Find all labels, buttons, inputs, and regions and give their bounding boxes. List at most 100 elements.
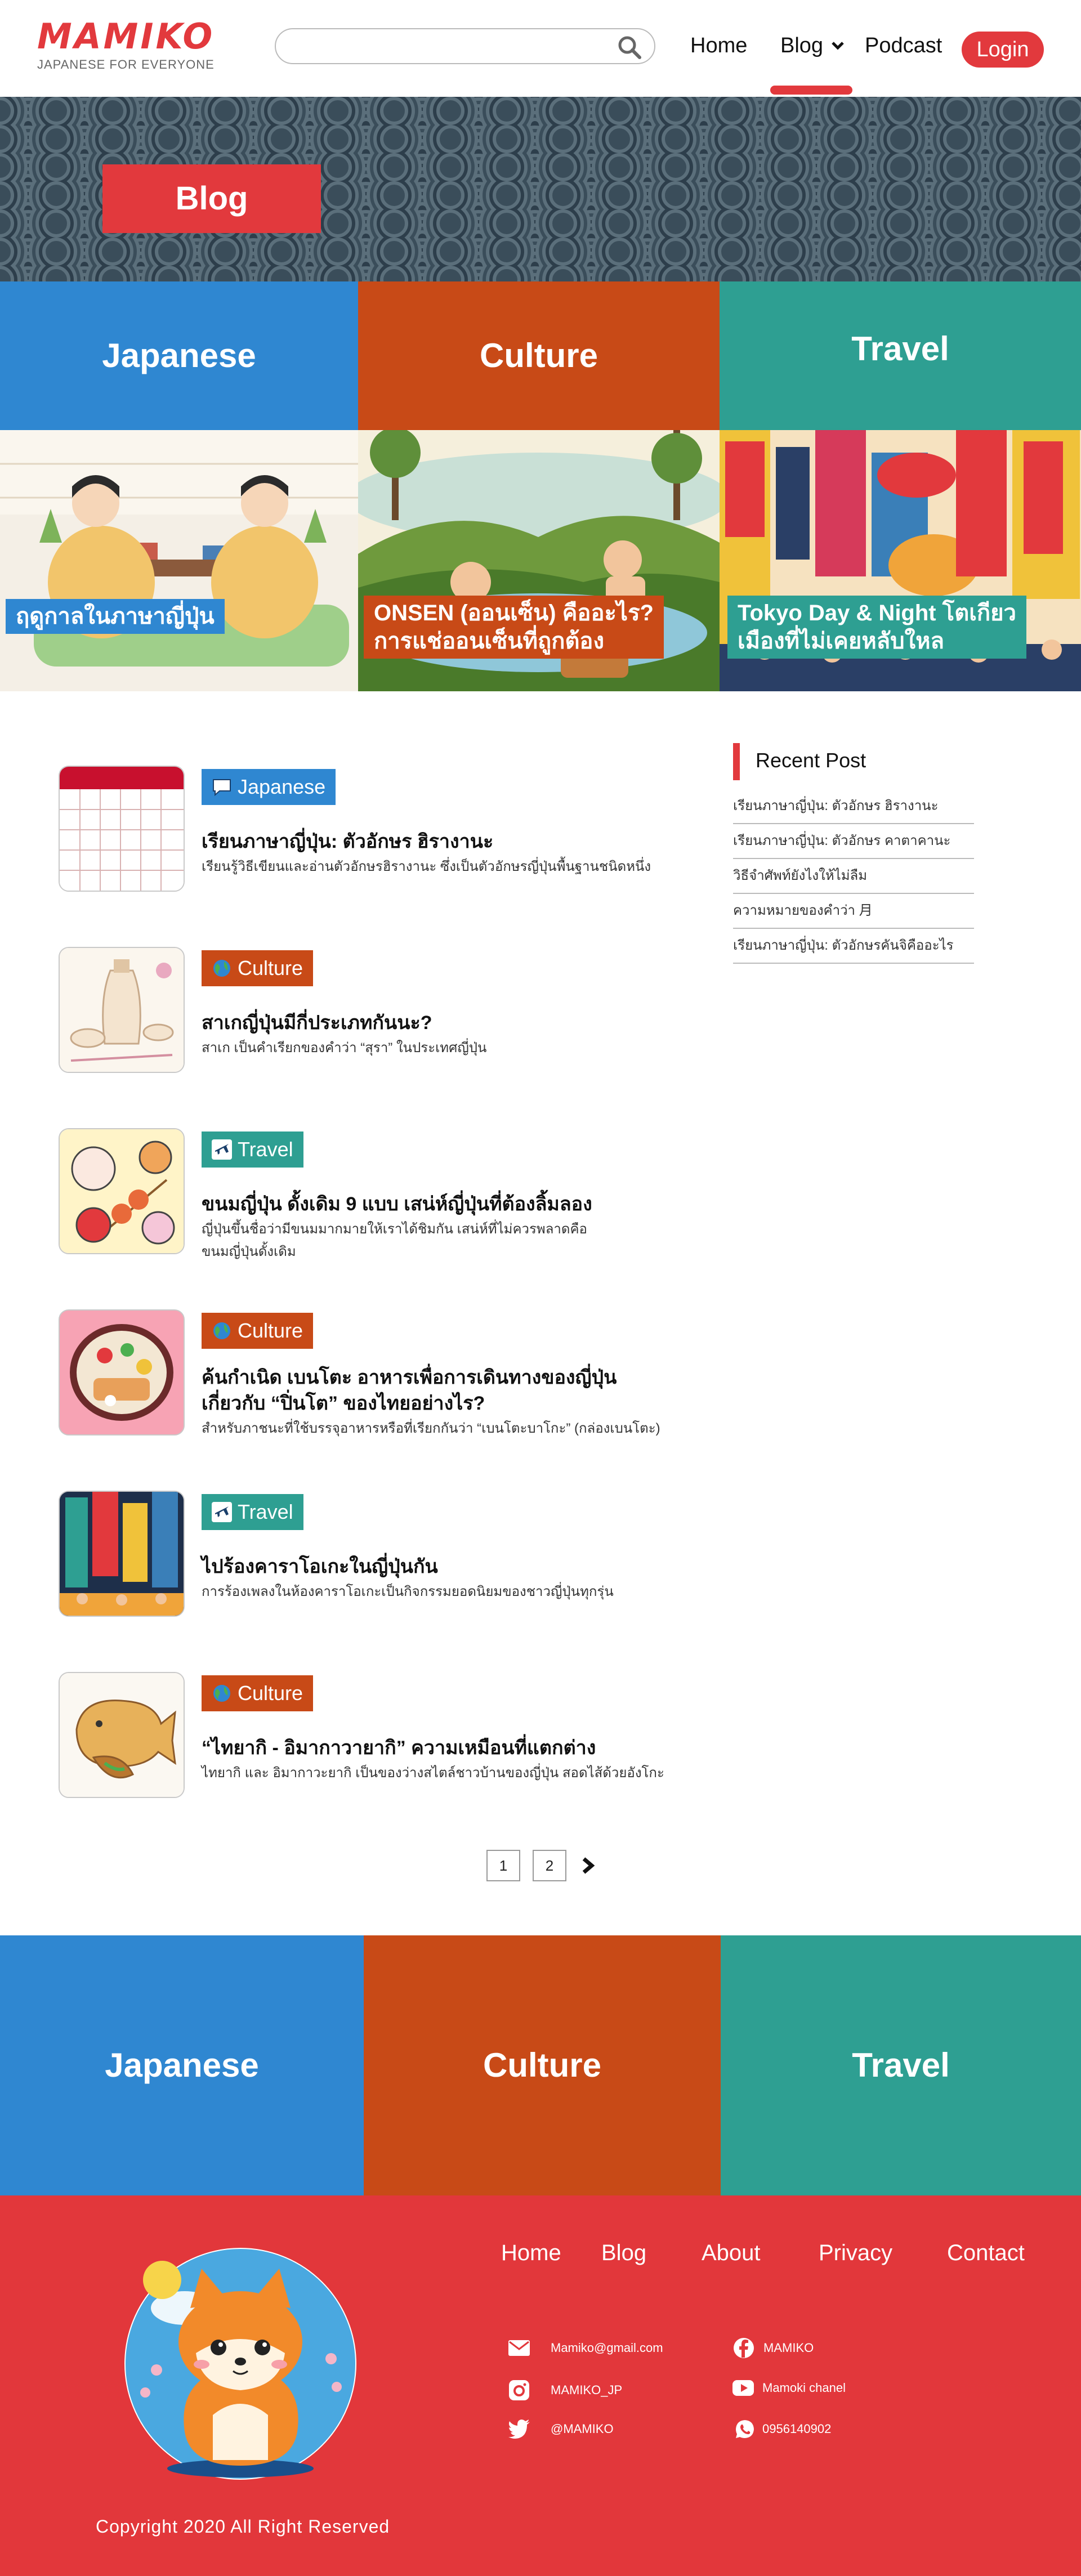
recent-post-item[interactable]: เรียนภาษาญี่ปุ่น: ตัวอักษร คาตาคานะ [733, 824, 974, 859]
post-thumbnail[interactable] [59, 1491, 185, 1617]
tag-culture[interactable]: Culture [202, 1313, 314, 1349]
post-thumbnail[interactable] [59, 1309, 185, 1435]
post-title[interactable]: ไปร้องคาราโอเกะในญี่ปุ่นกัน [202, 1554, 708, 1580]
page-2-button[interactable]: 2 [533, 1850, 566, 1881]
footer-nav-blog[interactable]: Blog [601, 2240, 646, 2266]
category-culture-bottom[interactable]: Culture [364, 1935, 721, 2195]
contact-email[interactable]: Mamiko@gmail.com [508, 2340, 663, 2356]
tag-label: Japanese [238, 775, 326, 798]
recent-post-item[interactable]: เรียนภาษาญี่ปุ่น: ตัวอักษร ฮิรางานะ [733, 789, 974, 824]
site-header: MAMIKO JAPANESE FOR EVERYONE Home Blog P… [0, 0, 1081, 97]
post-title[interactable]: สาเกญี่ปุ่นมีกี่ประเภทกันนะ? [202, 1010, 708, 1036]
tag-travel[interactable]: Travel [202, 1494, 303, 1530]
post-excerpt: ไทยากิ และ อิมากาวะยากิ เป็นของว่างสไตล์… [202, 1765, 664, 1781]
contact-youtube[interactable]: Mamoki chanel [732, 2379, 846, 2397]
post-title-line2: เกี่ยวกับ “ปิ่นโต” ของไทยอย่างไร? [202, 1393, 485, 1414]
category-travel-bottom[interactable]: Travel [721, 1935, 1081, 2195]
contact-whatsapp[interactable]: 0956140902 [735, 2420, 831, 2439]
search-icon[interactable] [617, 35, 642, 60]
wagashi-image [60, 1129, 184, 1253]
copyright-text: Copyright 2020 All Right Reserved [96, 2516, 390, 2537]
tag-culture[interactable]: Culture [202, 950, 314, 986]
recent-post-item[interactable]: ความหมายของคำว่า 月 [733, 894, 974, 929]
contact-twitter[interactable]: @MAMIKO [508, 2420, 614, 2439]
facebook-icon [734, 2338, 754, 2358]
post-thumbnail[interactable] [59, 1672, 185, 1798]
nav-home[interactable]: Home [690, 32, 747, 60]
contact-facebook[interactable]: MAMIKO [733, 2337, 814, 2359]
post-card[interactable]: Japanese เรียนภาษาญี่ปุ่น: ตัวอักษร ฮิรา… [59, 766, 689, 895]
tag-travel[interactable]: Travel [202, 1132, 303, 1168]
tag-label: Travel [238, 1500, 293, 1523]
sake-image [60, 948, 184, 1072]
tag-label: Culture [238, 1681, 303, 1705]
post-card[interactable]: Travel ไปร้องคาราโอเกะในญี่ปุ่นกัน การร้… [59, 1491, 689, 1620]
feature-seasons-label: ฤดูกาลในภาษาญี่ปุ่น [6, 599, 225, 634]
post-title-line1: ค้นกำเนิด เบนโตะ อาหารเพื่อการเดินทางของ… [202, 1367, 617, 1388]
post-thumbnail[interactable] [59, 947, 185, 1073]
recent-posts-list: เรียนภาษาญี่ปุ่น: ตัวอักษร ฮิรางานะ เรีย… [733, 789, 974, 964]
post-card[interactable]: Culture สาเกญี่ปุ่นมีกี่ประเภทกันนะ? สาเ… [59, 947, 689, 1076]
footer-nav-privacy[interactable]: Privacy [819, 2240, 892, 2266]
site-logo[interactable]: MAMIKO JAPANESE FOR EVERYONE [37, 17, 215, 72]
feature-tokyo[interactable]: Tokyo Day & Night โตเกียว เมืองที่ไม่เคย… [720, 430, 1081, 691]
tag-japanese[interactable]: Japanese [202, 769, 336, 805]
footer-nav-about[interactable]: About [702, 2240, 761, 2266]
feature-onsen[interactable]: ONSEN (ออนเซ็น) คืออะไร? การแช่ออนเซ็นที… [358, 430, 720, 691]
hero-banner: Blog [0, 97, 1081, 281]
footer-nav-contact[interactable]: Contact [947, 2240, 1025, 2266]
globe-icon [213, 960, 230, 977]
page-title: Blog [102, 164, 321, 233]
category-japanese[interactable]: Japanese [0, 281, 358, 430]
globe-icon [213, 1322, 230, 1339]
contact-twitter-text: @MAMIKO [551, 2422, 614, 2436]
post-title[interactable]: เรียนภาษาญี่ปุ่น: ตัวอักษร ฮิรางานะ [202, 829, 708, 855]
tag-culture[interactable]: Culture [202, 1675, 314, 1711]
feature-seasons[interactable]: ฤดูกาลในภาษาญี่ปุ่น [0, 430, 358, 691]
post-card[interactable]: Culture ค้นกำเนิด เบนโตะ อาหารเพื่อการเด… [59, 1309, 689, 1439]
tag-label: Travel [238, 1138, 293, 1161]
logo-wordmark: MAMIKO [37, 16, 215, 57]
post-thumbnail[interactable] [59, 766, 185, 892]
taiyaki-image [60, 1673, 184, 1797]
feature-seasons-illustration [0, 430, 358, 691]
post-card[interactable]: Culture “ไทยากิ - อิมากาวายากิ” ความเหมื… [59, 1672, 689, 1801]
post-excerpt: การร้องเพลงในห้องคาราโอเกะเป็นกิจกรรมยอด… [202, 1584, 614, 1599]
post-title[interactable]: ขนมญี่ปุ่น ดั้งเดิม 9 แบบ เสน่ห์ญี่ปุ่นท… [202, 1191, 708, 1217]
nav-podcast[interactable]: Podcast [865, 32, 942, 60]
recent-post-item[interactable]: วิธีจำศัพท์ยังไงให้ไม่ลืม [733, 859, 974, 894]
feature-tokyo-label-line2: เมืองที่ไม่เคยหลับใหล [738, 629, 944, 654]
contact-instagram[interactable]: MAMIKO_JP [508, 2379, 622, 2401]
chevron-right-icon[interactable] [580, 1857, 597, 1875]
karaoke-street-image [60, 1492, 184, 1616]
category-travel[interactable]: Travel [720, 281, 1081, 430]
airplane-icon [212, 1502, 232, 1522]
bento-image [60, 1311, 184, 1434]
post-title[interactable]: ค้นกำเนิด เบนโตะ อาหารเพื่อการเดินทางของ… [202, 1365, 708, 1416]
post-thumbnail[interactable] [59, 1128, 185, 1254]
login-button[interactable]: Login [962, 32, 1044, 68]
category-culture[interactable]: Culture [358, 281, 720, 430]
contact-facebook-text: MAMIKO [763, 2341, 814, 2355]
page-1-button[interactable]: 1 [486, 1850, 520, 1881]
logo-tagline: JAPANESE FOR EVERYONE [37, 57, 215, 71]
post-card[interactable]: Travel ขนมญี่ปุ่น ดั้งเดิม 9 แบบ เสน่ห์ญ… [59, 1128, 689, 1259]
post-excerpt-line2: ขนมญี่ปุ่นดั้งเดิม [202, 1244, 296, 1259]
tag-label: Culture [238, 956, 303, 980]
twitter-icon [508, 2420, 530, 2439]
search-input[interactable] [275, 28, 655, 64]
post-excerpt: สำหรับภาชนะที่ใช้บรรจุอาหารหรือที่เรียกก… [202, 1421, 660, 1436]
footer-nav-home[interactable]: Home [501, 2240, 561, 2266]
post-title[interactable]: “ไทยากิ - อิมากาวายากิ” ความเหมือนที่แตก… [202, 1735, 708, 1761]
recent-post-item[interactable]: เรียนภาษาญี่ปุ่น: ตัวอักษรคันจิคืออะไร [733, 929, 974, 964]
airplane-icon [212, 1139, 232, 1160]
shiba-mascot-image [124, 2248, 356, 2480]
feature-onsen-label: ONSEN (ออนเซ็น) คืออะไร? การแช่ออนเซ็นที… [364, 596, 664, 659]
instagram-icon [509, 2380, 529, 2400]
nav-blog-label: Blog [780, 34, 824, 57]
category-japanese-bottom[interactable]: Japanese [0, 1935, 364, 2195]
post-excerpt: เรียนรู้วิธีเขียนและอ่านตัวอักษรฮิรางานะ… [202, 859, 651, 874]
nav-blog[interactable]: Blog [780, 32, 844, 60]
site-footer: Home Blog About Privacy Contact Mamiko@g… [0, 2195, 1081, 2576]
feature-onsen-label-line1: ONSEN (ออนเซ็น) คืออะไร? [374, 601, 654, 625]
